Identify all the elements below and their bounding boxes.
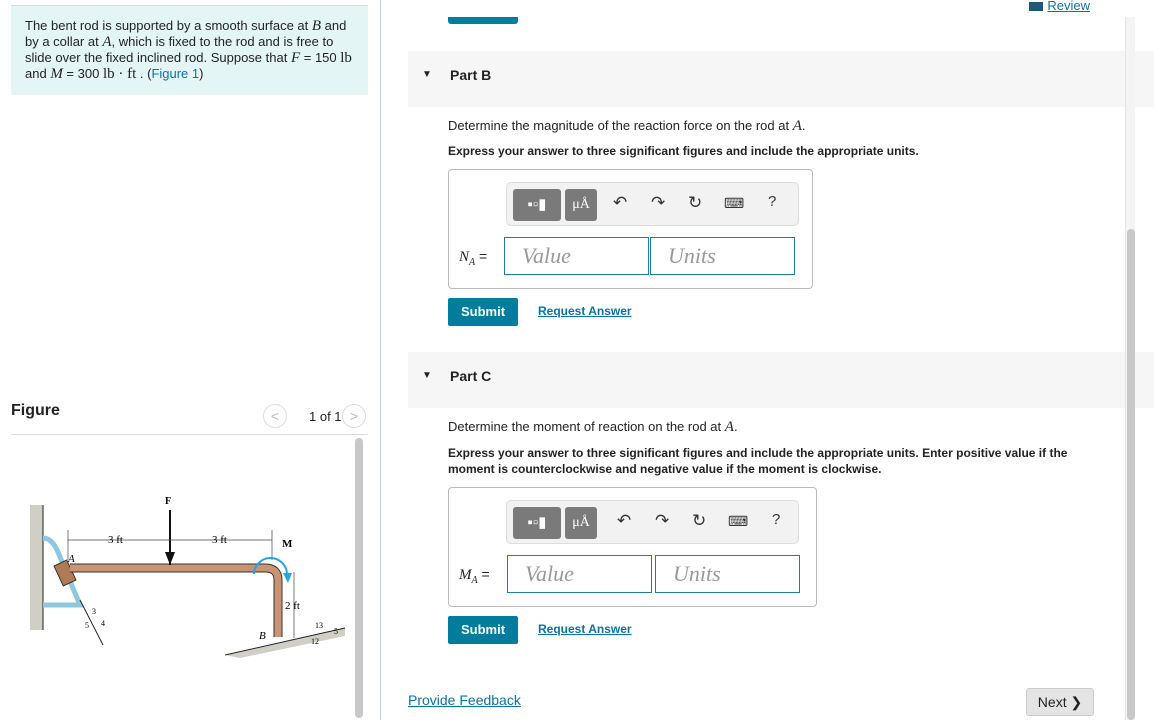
- book-icon: [1029, 2, 1044, 12]
- var-b: B: [311, 18, 322, 34]
- units-input[interactable]: Units: [655, 555, 800, 593]
- m-a-label: MA =: [459, 566, 490, 586]
- main-scrollbar[interactable]: [1125, 17, 1135, 720]
- slope-5: 5: [85, 621, 89, 630]
- collapse-triangle-icon: ▼: [422, 370, 432, 381]
- var: A: [792, 118, 802, 134]
- figure-title: Figure: [11, 402, 60, 419]
- part-b-answer-box: ▪▫▮ μÅ ↶ ↷ ↻ ⌨ ? NA = Value Units: [448, 169, 813, 289]
- provide-feedback-link[interactable]: Provide Feedback: [408, 692, 521, 708]
- part-c-header[interactable]: ▼ Part C: [408, 352, 1154, 408]
- var: A: [724, 419, 734, 435]
- next-figure-button[interactable]: >: [342, 404, 366, 428]
- template-button[interactable]: ▪▫▮: [513, 189, 561, 221]
- keyboard-icon[interactable]: ⌨: [728, 513, 748, 530]
- units-input[interactable]: Units: [650, 237, 795, 275]
- var-m: M: [50, 66, 63, 82]
- text: ): [199, 66, 204, 81]
- var-f: F: [290, 50, 301, 66]
- figure-pager: 1 of 1: [309, 409, 342, 424]
- right-panel: Review ▼ Part B Determine the magnitude o…: [381, 0, 1154, 720]
- template-button[interactable]: ▪▫▮: [513, 507, 561, 539]
- math-toolbar: ▪▫▮ μÅ ↶ ↷ ↻ ⌨ ?: [506, 500, 799, 544]
- part-b-question: Determine the magnitude of the reaction …: [448, 118, 806, 135]
- figure-scrollbar[interactable]: [355, 438, 363, 718]
- unit: lb · ft: [102, 66, 137, 82]
- value-input[interactable]: Value: [504, 237, 649, 275]
- slope-5: 5: [334, 627, 338, 636]
- submit-button[interactable]: Submit: [448, 298, 518, 326]
- part-b-label: Part B: [450, 67, 492, 83]
- redo-icon[interactable]: ↷: [655, 511, 669, 531]
- help-button[interactable]: ?: [772, 511, 780, 528]
- text: The bent rod is supported by a smooth su…: [25, 18, 312, 33]
- label-f: F: [165, 496, 171, 507]
- units-button[interactable]: μÅ: [565, 189, 597, 221]
- part-c-answer-box: ▪▫▮ μÅ ↶ ↷ ↻ ⌨ ? MA = Value Units: [448, 487, 817, 607]
- label-3ft: 3 ft: [212, 534, 227, 546]
- text: = 150: [300, 50, 341, 65]
- text: .: [733, 419, 738, 434]
- collapse-triangle-icon: ▼: [422, 69, 432, 80]
- figure-header: Figure < 1 of 1 >: [11, 400, 368, 435]
- submit-button[interactable]: Submit: [448, 616, 518, 644]
- review-label: Review: [1047, 0, 1090, 13]
- unit: lb: [340, 50, 352, 66]
- review-link[interactable]: Review: [1029, 0, 1090, 13]
- label-2ft: 2 ft: [285, 600, 300, 612]
- var: N: [459, 249, 470, 265]
- undo-icon[interactable]: ↶: [617, 511, 631, 531]
- text: and: [25, 66, 51, 81]
- label-b: B: [259, 630, 266, 642]
- prev-figure-button[interactable]: <: [263, 404, 287, 428]
- part-b-header[interactable]: ▼ Part B: [408, 51, 1154, 107]
- text: Determine the magnitude of the reaction …: [448, 118, 793, 133]
- undo-icon[interactable]: ↶: [613, 193, 627, 213]
- var-a: A: [102, 34, 112, 50]
- part-c-instruction: Express your answer to three significant…: [448, 446, 1068, 476]
- label-3ft: 3 ft: [108, 534, 123, 546]
- eq: =: [475, 248, 488, 264]
- left-panel: The bent rod is supported by a smooth su…: [0, 0, 380, 720]
- slope-12: 12: [311, 637, 319, 646]
- request-answer-link[interactable]: Request Answer: [538, 622, 632, 636]
- math-toolbar: ▪▫▮ μÅ ↶ ↷ ↻ ⌨ ?: [506, 182, 799, 226]
- slope-13: 13: [315, 621, 323, 630]
- label-a: A: [67, 553, 75, 565]
- part-c-label: Part C: [450, 368, 492, 384]
- var: M: [459, 567, 472, 583]
- fraction-template-icon: ▪▫▮: [527, 514, 547, 531]
- text: . (: [136, 66, 152, 81]
- text: .: [801, 118, 806, 133]
- slope-3: 3: [92, 607, 96, 616]
- slope-4: 4: [101, 619, 105, 628]
- label-m: M: [282, 538, 293, 550]
- reset-icon[interactable]: ↻: [692, 511, 706, 531]
- units-button[interactable]: μÅ: [565, 507, 597, 539]
- fraction-template-icon: ▪▫▮: [527, 196, 547, 213]
- bent-rod-figure: F 3 ft 3 ft M A B 2 ft 3 4 5 13 5 12: [30, 496, 346, 658]
- wall: [30, 505, 43, 630]
- value-input[interactable]: Value: [507, 555, 652, 593]
- part-c-question: Determine the moment of reaction on the …: [448, 419, 738, 436]
- eq: =: [477, 566, 490, 582]
- problem-statement: The bent rod is supported by a smooth su…: [11, 5, 368, 95]
- keyboard-icon[interactable]: ⌨: [724, 195, 744, 212]
- text: Determine the moment of reaction on the …: [448, 419, 725, 434]
- figure-link[interactable]: Figure 1: [151, 66, 199, 81]
- next-button[interactable]: Next ❯: [1026, 688, 1094, 716]
- help-button[interactable]: ?: [768, 193, 776, 210]
- n-a-label: NA =: [459, 248, 487, 268]
- redo-icon[interactable]: ↷: [651, 193, 665, 213]
- previous-submit-button[interactable]: [448, 17, 518, 24]
- scrollbar-thumb[interactable]: [1127, 229, 1135, 720]
- part-b-instruction: Express your answer to three significant…: [448, 144, 919, 158]
- request-answer-link[interactable]: Request Answer: [538, 304, 632, 318]
- text: = 300: [62, 66, 103, 81]
- reset-icon[interactable]: ↻: [688, 193, 702, 213]
